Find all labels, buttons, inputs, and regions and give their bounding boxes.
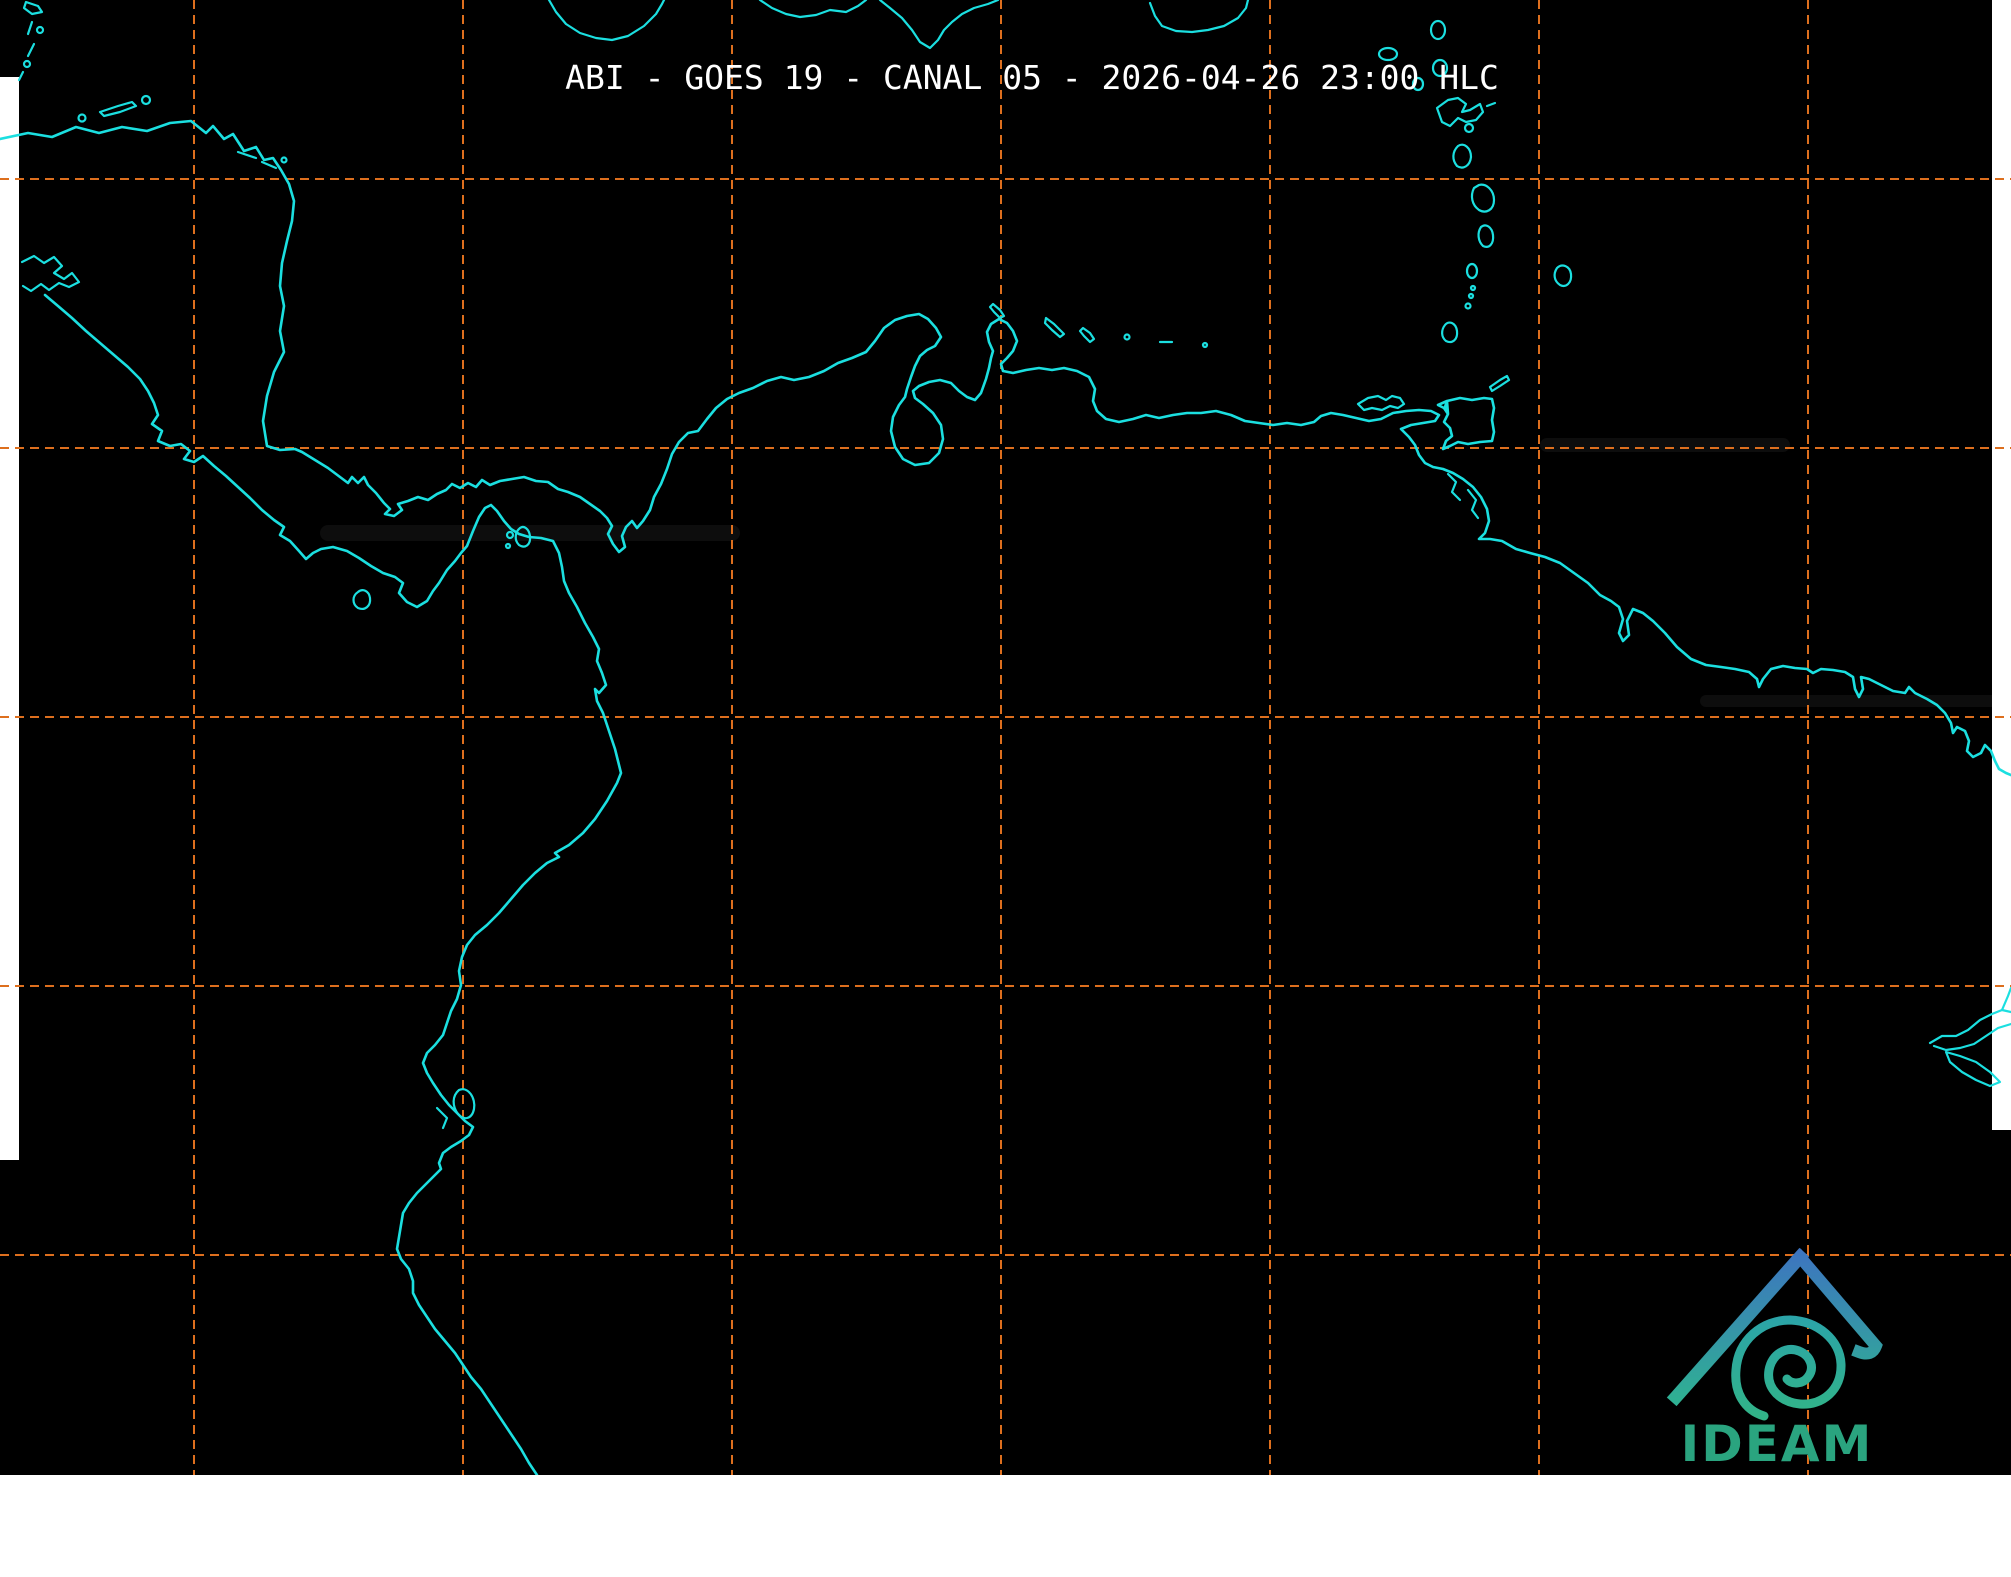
ideam-logo-mark: [1666, 1247, 1883, 1421]
faint-cloud-2: [1540, 438, 1790, 452]
ideam-logo-text: IDEAM: [1681, 1415, 1874, 1473]
logo-hurricane-swirl: [1731, 1315, 1846, 1421]
faint-cloud-3: [1700, 695, 2000, 707]
island-martinique: [1470, 183, 1496, 213]
islands-bay-islands: [77, 94, 152, 123]
island-hispaniola-south: [878, 0, 1000, 50]
ideam-logo: IDEAM: [1666, 1247, 1883, 1473]
missing-data-strip-right: [1992, 0, 2011, 1130]
coastline-gulf-of-fonseca: [20, 254, 81, 293]
island-jamaica: [547, 0, 666, 42]
island-st-lucia: [1477, 224, 1495, 248]
island-grenada: [1441, 321, 1459, 344]
islands-northwest-cayes: [17, 0, 45, 82]
island-guadeloupe: [1435, 96, 1485, 128]
image-title: ABI - GOES 19 - CANAL 05 - 2026-04-26 23…: [565, 58, 1499, 97]
missing-data-strip-left: [0, 77, 19, 1160]
island-barbados: [1553, 264, 1573, 287]
island-bonaire: [1078, 326, 1096, 344]
island-curacao: [1043, 316, 1066, 339]
island-trinidad: [1436, 396, 1496, 451]
island-haiti-peninsula: [758, 0, 868, 19]
island-tobago: [1488, 374, 1511, 393]
logo-roof-right: [1791, 1248, 1883, 1360]
satellite-product-view: ABI - GOES 19 - CANAL 05 - 2026-04-26 23…: [0, 0, 2011, 1577]
island-dominica: [1452, 143, 1473, 169]
island-coiba: [352, 589, 372, 610]
colorbar-region: Reflectancia 0.00.20.40.60.81.0: [0, 1475, 2011, 1577]
island-puerto-rico: [1148, 0, 1250, 34]
island-margarita: [1356, 394, 1406, 412]
island-st-vincent: [1465, 262, 1479, 280]
map-area: ABI - GOES 19 - CANAL 05 - 2026-04-26 23…: [0, 0, 2011, 1475]
islands-abc: [988, 302, 1209, 349]
